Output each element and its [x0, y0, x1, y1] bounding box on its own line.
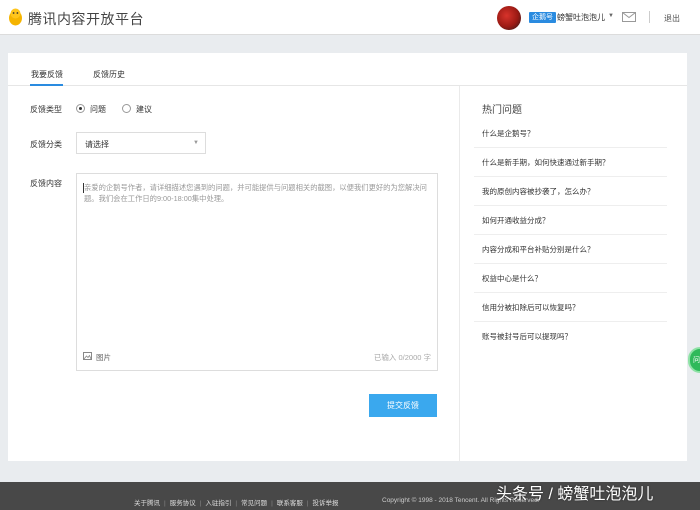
list-item[interactable]: 如何开通收益分成？ [474, 206, 667, 235]
header-divider [649, 11, 650, 23]
list-item[interactable]: 内容分成和平台补贴分别是什么？ [474, 235, 667, 264]
chevron-down-icon: ▼ [193, 140, 199, 146]
image-button-label: 图片 [96, 353, 111, 362]
feedback-category-label: 反馈分类 [30, 140, 62, 149]
hot-questions-list: 什么是企鹅号？ 什么是新手期，如何快速通过新手期？ 我的原创内容被抄袭了，怎么办… [474, 119, 667, 351]
side-tab-label: 问 [693, 357, 700, 364]
avatar[interactable] [497, 6, 521, 30]
radio-question-label[interactable]: 问题 [90, 104, 106, 115]
radio-suggestion[interactable] [122, 104, 131, 113]
tab-submit-feedback[interactable]: 我要反馈 [31, 69, 63, 80]
footer-separator: | [199, 500, 202, 507]
list-item[interactable]: 权益中心是什么？ [474, 264, 667, 293]
column-divider [459, 86, 460, 461]
active-tab-indicator [30, 84, 63, 86]
content-placeholder: 亲爱的企鹅号作者，请详细描述您遇到的问题，并可能提供与问题相关的截图，以便我们更… [84, 183, 427, 203]
hot-question-link[interactable]: 什么是企鹅号？ [482, 128, 535, 139]
penguin-icon[interactable] [8, 8, 23, 26]
top-bar: 腾讯内容开放平台 企鹅号 螃蟹吐泡泡儿 ▼ 退出 [0, 0, 700, 35]
logout-link[interactable]: 退出 [664, 13, 680, 24]
watermark: 头条号 / 螃蟹吐泡泡儿 [496, 486, 654, 503]
footer-link-guide[interactable]: 入驻指引 [205, 500, 231, 507]
image-icon [83, 352, 92, 360]
footer-separator: | [235, 500, 238, 507]
list-item[interactable]: 账号被封号后可以提现吗？ [474, 322, 667, 351]
footer-link-about[interactable]: 关于腾讯 [134, 500, 160, 507]
category-select[interactable]: 请选择 ▼ [76, 132, 206, 154]
radio-question[interactable] [76, 104, 85, 113]
footer-separator: | [164, 500, 166, 507]
hot-question-link[interactable]: 权益中心是什么？ [482, 273, 542, 284]
account-type-badge: 企鹅号 [529, 12, 556, 23]
hot-question-link[interactable]: 账号被封号后可以提现吗？ [482, 331, 572, 342]
tab-bar: 我要反馈 反馈历史 [8, 53, 687, 86]
hot-question-link[interactable]: 内容分成和平台补贴分别是什么？ [482, 244, 595, 255]
character-counter: 已输入 0/2000 字 [373, 353, 431, 362]
chevron-down-icon[interactable]: ▼ [608, 13, 614, 19]
footer-links: 关于腾讯 | 服务协议 | 入驻指引 | 常见问题 | 联系客服 | 投诉举报 [134, 497, 339, 507]
footer-separator: | [306, 500, 309, 507]
footer-link-report[interactable]: 投诉举报 [313, 500, 339, 507]
feedback-content-textarea[interactable]: 亲爱的企鹅号作者，请详细描述您遇到的问题，并可能提供与问题相关的截图，以便我们更… [76, 173, 438, 371]
hot-question-link[interactable]: 什么是新手期，如何快速通过新手期？ [482, 157, 610, 168]
footer-link-faq[interactable]: 常见问题 [241, 500, 267, 507]
footer-link-support[interactable]: 联系客服 [277, 500, 303, 507]
mail-icon[interactable] [622, 12, 636, 22]
footer-link-terms[interactable]: 服务协议 [170, 500, 196, 507]
list-item[interactable]: 我的原创内容被抄袭了，怎么办？ [474, 177, 667, 206]
platform-title[interactable]: 腾讯内容开放平台 [28, 9, 144, 29]
submit-feedback-button[interactable]: 提交反馈 [369, 394, 437, 417]
list-item[interactable]: 什么是企鹅号？ [474, 119, 667, 148]
tab-feedback-history[interactable]: 反馈历史 [93, 69, 125, 80]
help-side-tab[interactable]: 问 [688, 347, 700, 373]
category-select-value: 请选择 [85, 140, 109, 149]
hot-question-link[interactable]: 我的原创内容被抄袭了，怎么办？ [482, 186, 595, 197]
list-item[interactable]: 信用分被扣除后可以恢复吗？ [474, 293, 667, 322]
hot-questions-title: 热门问题 [482, 105, 522, 116]
username[interactable]: 螃蟹吐泡泡儿 [557, 12, 605, 23]
footer-separator: | [271, 500, 273, 507]
feedback-content-label: 反馈内容 [30, 179, 62, 188]
radio-suggestion-label[interactable]: 建议 [136, 104, 152, 115]
hot-question-link[interactable]: 如何开通收益分成？ [482, 215, 550, 226]
list-item[interactable]: 什么是新手期，如何快速通过新手期？ [474, 148, 667, 177]
hot-question-link[interactable]: 信用分被扣除后可以恢复吗？ [482, 302, 580, 313]
feedback-panel: 我要反馈 反馈历史 反馈类型 问题 建议 反馈分类 请选择 ▼ 反馈内容 亲爱的… [8, 53, 687, 461]
feedback-type-label: 反馈类型 [30, 105, 62, 114]
